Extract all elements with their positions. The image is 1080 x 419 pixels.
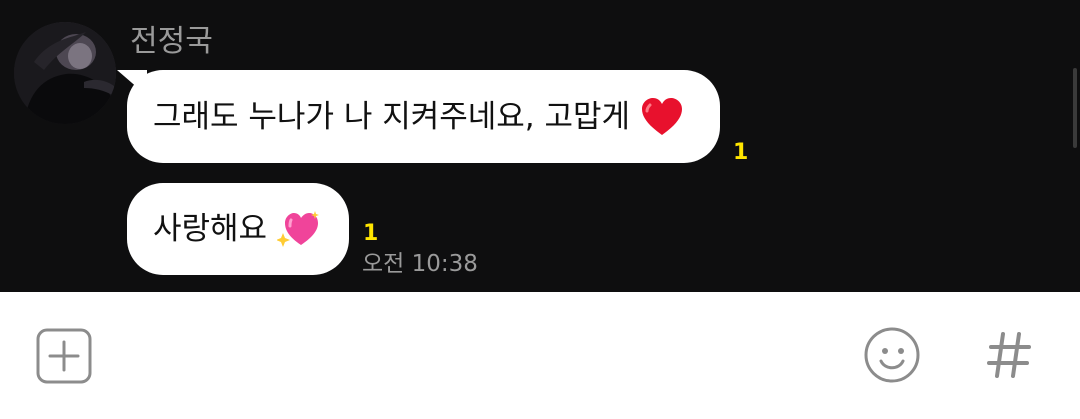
- message-text: 사랑해요: [153, 211, 268, 247]
- message-bubble[interactable]: 그래도 누나가 나 지켜주네요, 고맙게: [127, 70, 720, 163]
- chat-screen: 전정국 그래도 누나가 나 지켜주네요, 고맙게 1 사랑해요 1 오전 10:…: [0, 0, 1080, 419]
- sender-name: 전정국: [130, 24, 213, 59]
- message-bubble[interactable]: 사랑해요: [127, 183, 349, 275]
- emoji-icon[interactable]: [863, 326, 921, 384]
- message-timestamp: 오전 10:38: [362, 251, 478, 277]
- unread-count: 1: [363, 221, 379, 246]
- message-text: 그래도 누나가 나 지켜주네요, 고맙게: [153, 98, 631, 135]
- input-bar: [0, 292, 1080, 419]
- avatar[interactable]: [14, 22, 116, 124]
- red-heart-icon: [640, 97, 684, 137]
- unread-count: 1: [733, 140, 749, 165]
- hashtag-icon[interactable]: [985, 326, 1033, 384]
- chat-message-area[interactable]: 전정국 그래도 누나가 나 지켜주네요, 고맙게 1 사랑해요 1 오전 10:…: [0, 0, 1080, 292]
- scrollbar[interactable]: [1073, 68, 1077, 148]
- avatar-photo: [14, 22, 116, 124]
- plus-square-icon[interactable]: [36, 328, 92, 384]
- sparkling-heart-icon: [276, 209, 321, 249]
